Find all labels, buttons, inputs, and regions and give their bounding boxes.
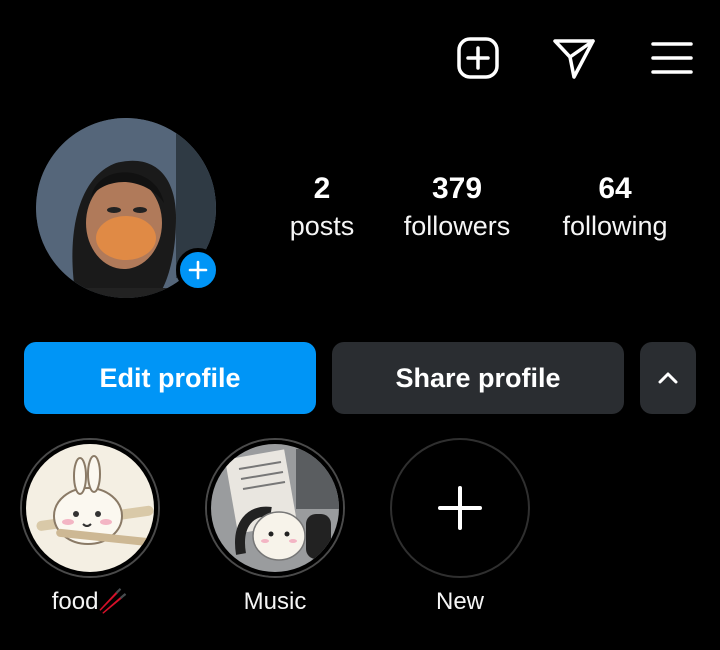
suggestions-toggle-button[interactable] <box>640 342 696 414</box>
following-stat[interactable]: 64 following <box>550 170 680 244</box>
highlight-label: New <box>435 588 484 615</box>
followers-count: 379 <box>431 172 483 205</box>
plus-icon <box>438 486 482 530</box>
highlight-cover-music <box>207 440 343 576</box>
top-bar <box>0 0 720 115</box>
profile-avatar[interactable] <box>36 118 220 298</box>
highlight-ring <box>205 438 345 578</box>
share-profile-button[interactable]: Share profile <box>332 342 624 414</box>
following-label: following <box>562 211 668 241</box>
followers-label: followers <box>403 211 511 241</box>
chevron-up-icon <box>658 372 678 384</box>
highlight-music[interactable]: Music <box>205 438 345 618</box>
highlight-label: Music <box>243 588 307 615</box>
menu-icon[interactable] <box>650 36 694 80</box>
highlight-label: food🥢 <box>51 588 129 615</box>
followers-stat[interactable]: 379 followers <box>392 170 522 244</box>
highlight-cover-food <box>22 440 158 576</box>
highlight-ring <box>20 438 160 578</box>
new-highlight-button[interactable]: New <box>390 438 530 618</box>
create-post-icon[interactable] <box>456 36 500 80</box>
send-icon[interactable] <box>552 36 596 80</box>
posts-stat[interactable]: 2 posts <box>280 170 364 244</box>
posts-count: 2 <box>313 172 331 205</box>
add-story-button[interactable] <box>176 248 220 292</box>
highlight-ring <box>390 438 530 578</box>
highlight-food[interactable]: food🥢 <box>20 438 160 618</box>
posts-label: posts <box>289 211 355 241</box>
edit-profile-button[interactable]: Edit profile <box>24 342 316 414</box>
following-count: 64 <box>598 172 632 205</box>
